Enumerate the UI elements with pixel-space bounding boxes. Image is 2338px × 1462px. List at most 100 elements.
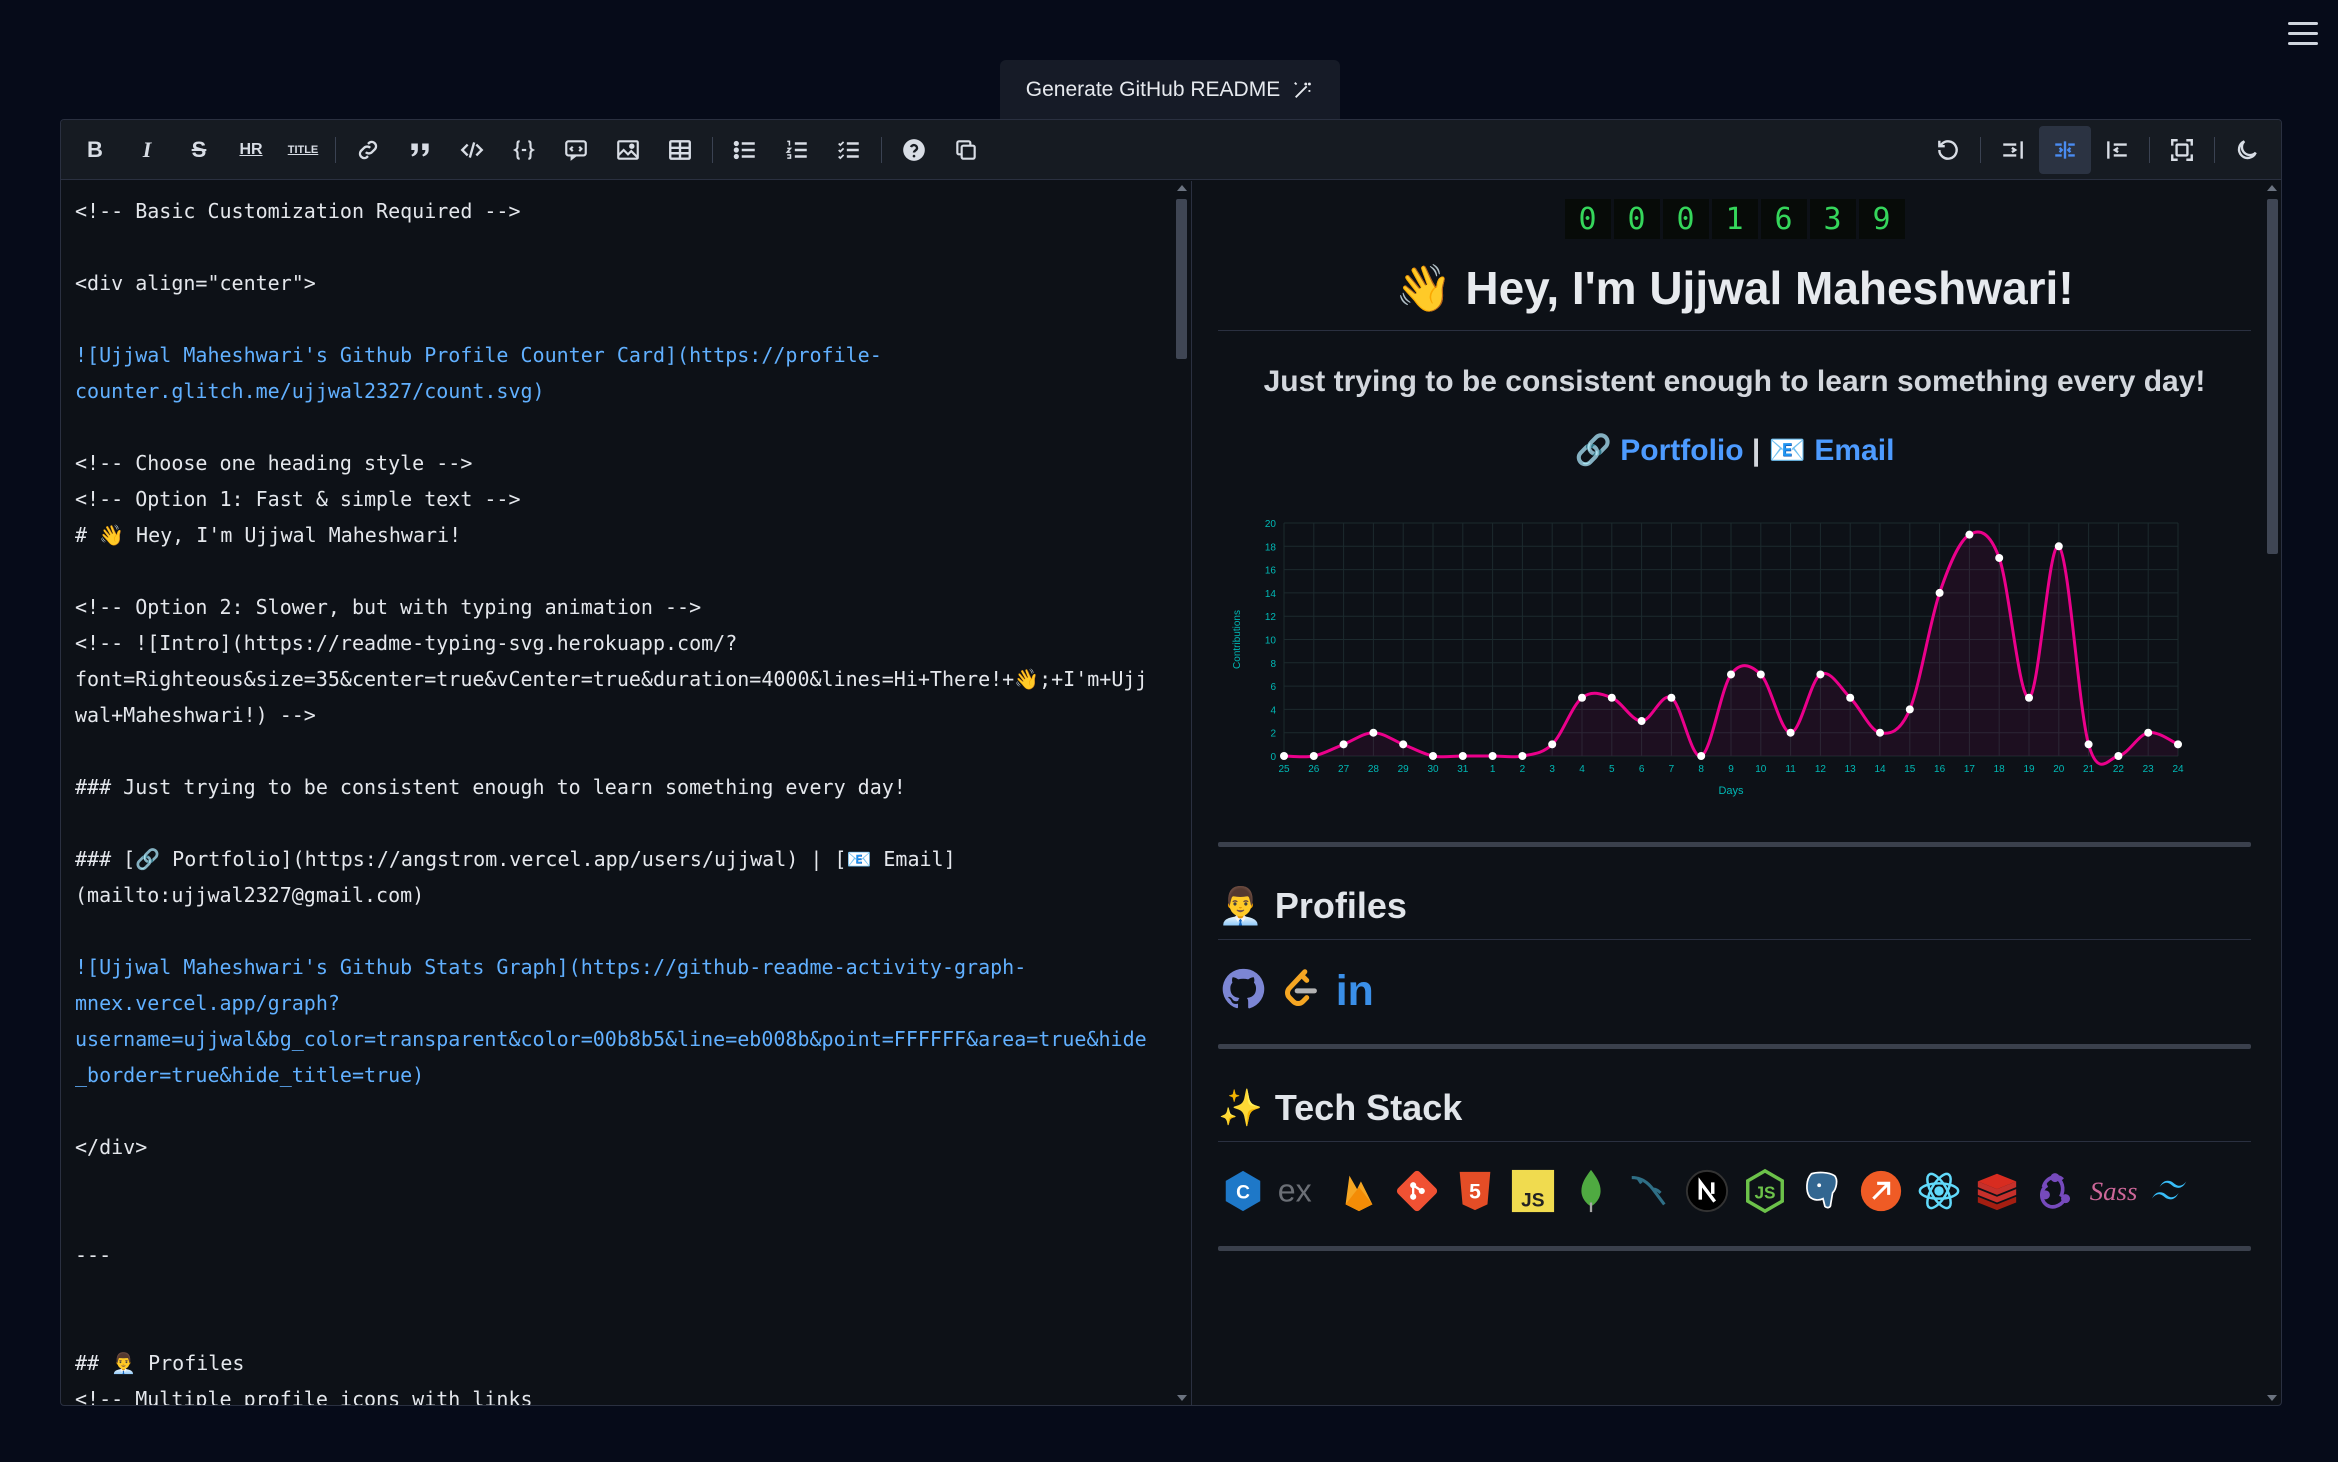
react-icon[interactable] xyxy=(1914,1166,1964,1216)
link-button[interactable] xyxy=(342,126,394,174)
data-point xyxy=(1786,728,1795,737)
data-point xyxy=(1995,553,2004,562)
code-line: _border=true&hide_title=true) xyxy=(75,1063,425,1087)
code-line: ## 👨‍💼 Profiles xyxy=(75,1351,245,1375)
numbered-list-icon xyxy=(785,140,807,159)
italic-button[interactable]: I xyxy=(121,126,173,174)
data-point xyxy=(1578,693,1586,702)
preview-only-button[interactable] xyxy=(2091,126,2143,174)
mysql-icon[interactable] xyxy=(1624,1166,1674,1216)
scroll-down-arrow[interactable] xyxy=(1177,1395,1187,1401)
horizontal-rule xyxy=(1218,1044,2251,1049)
x-tick-label: 28 xyxy=(1368,764,1380,775)
git-icon[interactable] xyxy=(1392,1166,1442,1216)
data-point xyxy=(1339,740,1348,749)
javascript-icon[interactable]: JS xyxy=(1508,1166,1558,1216)
split-view-button[interactable] xyxy=(2039,125,2091,174)
quote-button[interactable] xyxy=(394,126,446,174)
x-tick-label: 3 xyxy=(1549,764,1555,775)
scrollbar-thumb[interactable] xyxy=(2267,199,2278,554)
source-scrollbar[interactable] xyxy=(1173,181,1192,1405)
nextjs-icon[interactable] xyxy=(1682,1166,1732,1216)
firebase-icon[interactable] xyxy=(1334,1166,1384,1216)
horizontal-rule xyxy=(1218,1246,2251,1251)
checklist-button[interactable] xyxy=(823,126,875,174)
split-view-icon xyxy=(2055,140,2075,159)
profiles-title: Profiles xyxy=(1274,885,1407,926)
toolbar-divider xyxy=(881,136,882,163)
bold-button[interactable]: B xyxy=(69,126,121,174)
tailwind-icon[interactable] xyxy=(2146,1166,2196,1216)
github-icon[interactable] xyxy=(1218,964,1268,1014)
x-tick-label: 22 xyxy=(2113,764,2125,775)
y-tick-label: 18 xyxy=(1265,542,1277,553)
postgresql-icon[interactable] xyxy=(1798,1166,1848,1216)
reset-button[interactable] xyxy=(1922,126,1974,174)
generate-readme-label: Generate GitHub README xyxy=(1025,78,1281,101)
linkedin-icon[interactable]: in xyxy=(1334,964,1384,1014)
scrollbar-thumb[interactable] xyxy=(1176,199,1187,359)
scroll-up-arrow[interactable] xyxy=(2267,185,2277,191)
tech-stack-heading: ✨ Tech Stack xyxy=(1218,1087,2251,1142)
mongodb-icon[interactable] xyxy=(1566,1166,1616,1216)
preview-scrollbar[interactable] xyxy=(2263,181,2281,1405)
x-tick-label: 19 xyxy=(2023,764,2035,775)
code-line: username=ujjwal&bg_color=transparent&col… xyxy=(75,1027,1147,1051)
x-tick-label: 6 xyxy=(1639,764,1645,775)
title-button[interactable]: TITLE xyxy=(277,126,329,174)
strikethrough-button[interactable]: S xyxy=(173,126,225,174)
redis-icon[interactable] xyxy=(1972,1166,2022,1216)
html5-icon[interactable]: 5 xyxy=(1450,1166,1500,1216)
code-icon xyxy=(460,141,484,158)
x-tick-label: 9 xyxy=(1728,764,1734,775)
data-point xyxy=(2084,740,2093,749)
fullscreen-button[interactable] xyxy=(2156,126,2208,174)
preview-heading: 👋 Hey, I'm Ujjwal Maheshwari! xyxy=(1218,261,2251,331)
scroll-up-arrow[interactable] xyxy=(1177,185,1187,191)
table-button[interactable] xyxy=(654,126,706,174)
unordered-list-button[interactable] xyxy=(719,126,771,174)
x-tick-label: 7 xyxy=(1669,764,1675,775)
counter-digit: 0 xyxy=(1613,199,1660,239)
code-line: --- xyxy=(75,1243,112,1267)
nodejs-icon[interactable]: JS xyxy=(1740,1166,1790,1216)
horizontal-rule xyxy=(1218,842,2251,847)
email-link[interactable]: Email xyxy=(1814,434,1894,467)
cpp-icon[interactable]: C xyxy=(1218,1166,1268,1216)
code-block-button[interactable] xyxy=(498,126,550,174)
code-button[interactable] xyxy=(446,126,498,174)
y-tick-label: 6 xyxy=(1270,682,1276,693)
express-icon[interactable]: ex xyxy=(1276,1166,1326,1216)
copy-button[interactable] xyxy=(940,126,992,174)
image-button[interactable] xyxy=(602,126,654,174)
y-tick-label: 2 xyxy=(1270,729,1276,740)
edit-only-button[interactable] xyxy=(1987,126,2039,174)
y-tick-label: 14 xyxy=(1265,589,1277,600)
ordered-list-button[interactable] xyxy=(771,126,823,174)
y-tick-label: 4 xyxy=(1270,705,1276,716)
y-axis-label: Contributions xyxy=(1232,610,1243,669)
markdown-source[interactable]: <!-- Basic Customization Required --> <di… xyxy=(61,181,1173,1405)
menu-icon[interactable] xyxy=(2288,22,2318,48)
x-tick-label: 18 xyxy=(1994,764,2006,775)
generate-readme-button[interactable]: Generate GitHub README xyxy=(1000,60,1340,120)
data-point xyxy=(1369,728,1378,737)
leetcode-icon[interactable] xyxy=(1276,964,1326,1014)
redux-icon[interactable] xyxy=(2030,1166,2080,1216)
toolbar-divider xyxy=(1980,136,1981,163)
toolbar-divider xyxy=(2149,136,2150,163)
scroll-down-arrow[interactable] xyxy=(2267,1395,2277,1401)
hr-button[interactable]: HR xyxy=(225,126,277,174)
svg-text:in: in xyxy=(1336,967,1374,1012)
help-button[interactable] xyxy=(888,126,940,174)
comment-button[interactable] xyxy=(550,126,602,174)
postman-icon[interactable] xyxy=(1856,1166,1906,1216)
y-tick-label: 8 xyxy=(1270,659,1276,670)
data-point xyxy=(1548,740,1557,749)
data-point xyxy=(2144,728,2153,737)
portfolio-link[interactable]: Portfolio xyxy=(1620,434,1743,467)
theme-toggle-button[interactable] xyxy=(2221,126,2273,174)
sass-icon[interactable]: Sass xyxy=(2088,1166,2138,1216)
